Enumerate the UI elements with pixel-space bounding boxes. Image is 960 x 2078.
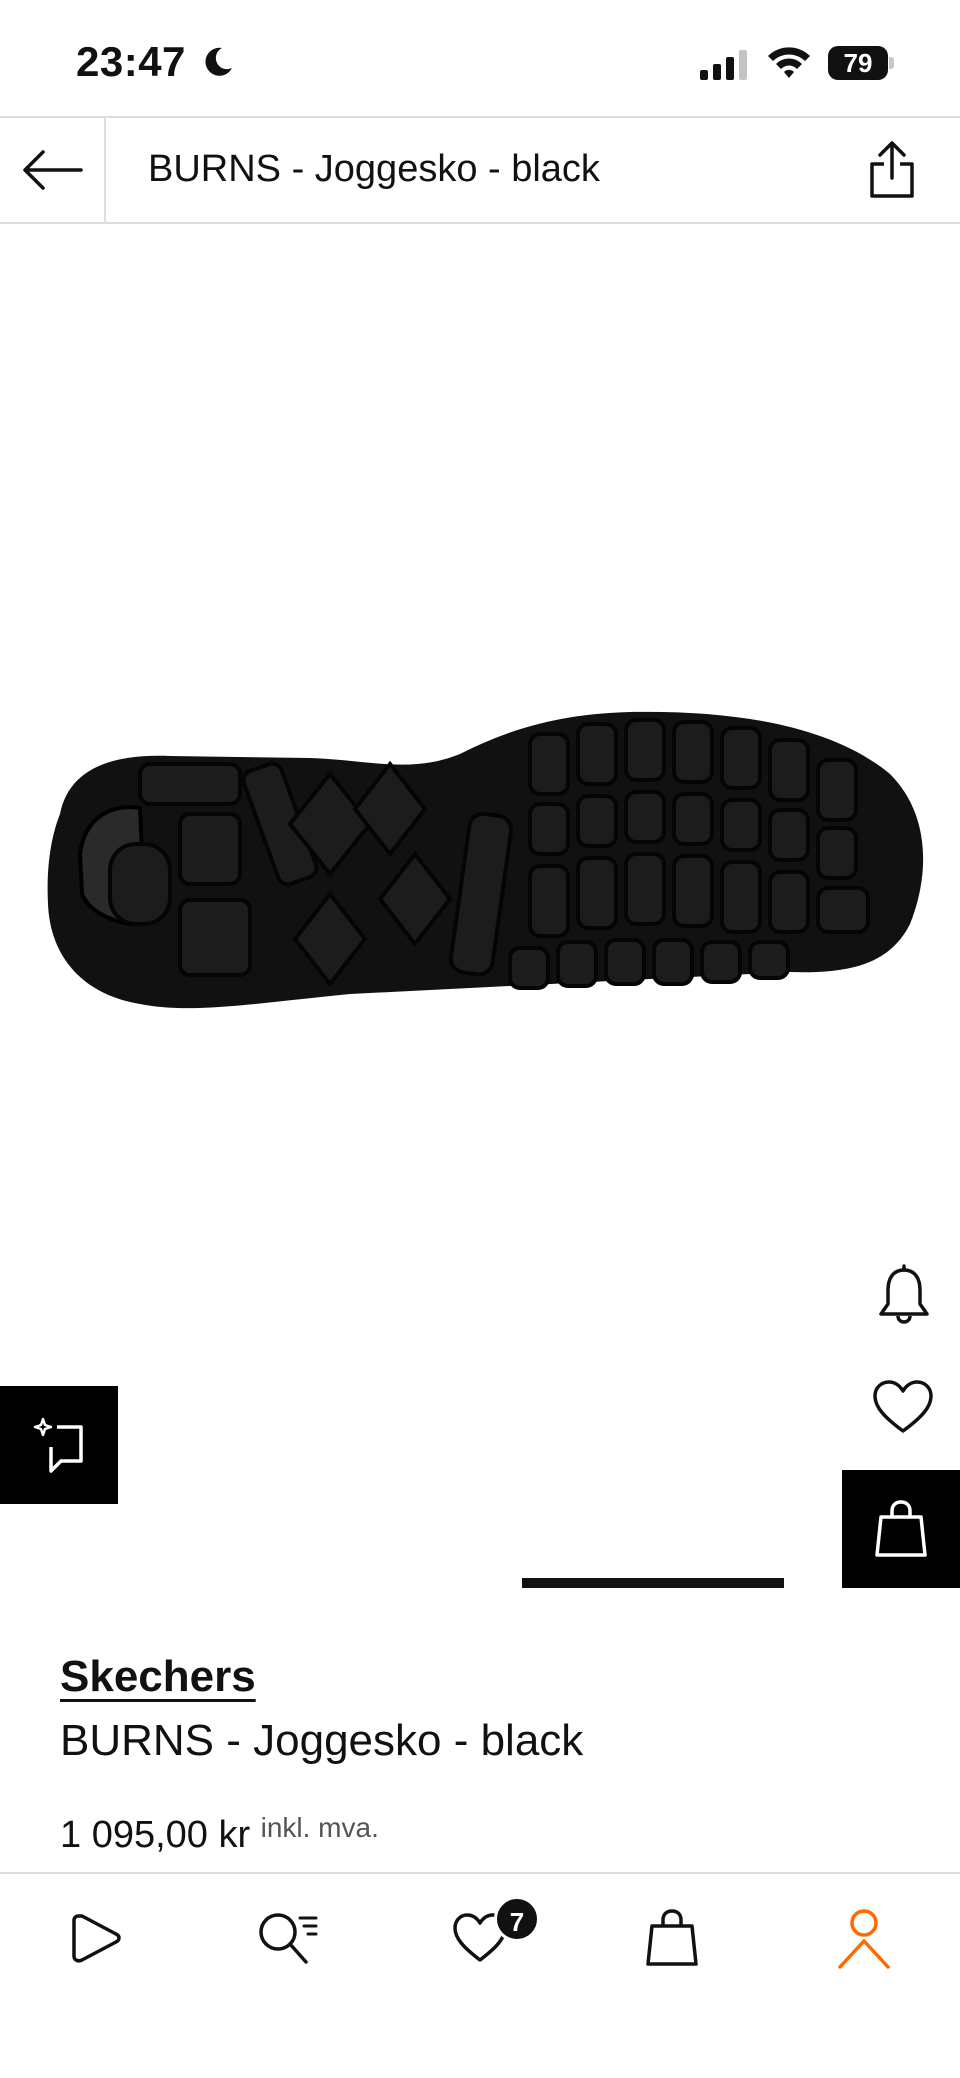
add-to-bag-button[interactable] [842,1470,960,1588]
battery-icon: 79 [828,46,894,80]
bottom-tab-bar: 7 [0,1872,960,2078]
price-note: inkl. mva. [260,1812,379,1843]
product-name: BURNS - Joggesko - black [60,1716,584,1765]
search-icon [259,1913,318,1964]
signal-icon [700,50,747,80]
tab-home[interactable] [56,1898,136,1978]
header-title: BURNS - Joggesko - black [148,148,600,190]
wishlist-button[interactable] [870,1376,936,1438]
moon-icon [205,47,232,76]
product-image-gallery[interactable] [0,224,960,1624]
shopping-bag-icon [875,1500,927,1557]
bell-icon [879,1264,929,1324]
price-row: 1 095,00 kr inkl. mva. [60,1812,379,1857]
arrow-left-icon [23,150,83,190]
top-header: BURNS - Joggesko - black [0,116,960,224]
status-bar: 23:47 79 [0,0,960,118]
gallery-pager-indicator [522,1578,784,1588]
tab-wishlist[interactable]: 7 [440,1896,540,1978]
brand-link[interactable]: Skechers [60,1652,256,1702]
share-icon [870,141,914,198]
wishlist-count-badge: 7 [494,1896,540,1942]
shopping-bag-icon [646,1909,698,1966]
tab-cart[interactable] [632,1898,712,1978]
product-image [47,711,924,1009]
heart-icon [873,1380,933,1433]
ai-assistant-button[interactable] [0,1386,118,1504]
play-logo-icon [72,1914,121,1963]
status-time: 23:47 [76,38,186,85]
wifi-icon [768,47,810,78]
battery-level: 79 [828,46,888,80]
price: 1 095,00 kr [60,1814,251,1856]
share-button[interactable] [862,138,922,202]
person-icon [838,1909,890,1969]
tab-search[interactable] [248,1898,328,1978]
sparkle-icon [33,1417,83,1473]
tab-account[interactable] [824,1898,904,1978]
notify-button[interactable] [872,1262,936,1328]
back-button[interactable] [0,118,106,222]
